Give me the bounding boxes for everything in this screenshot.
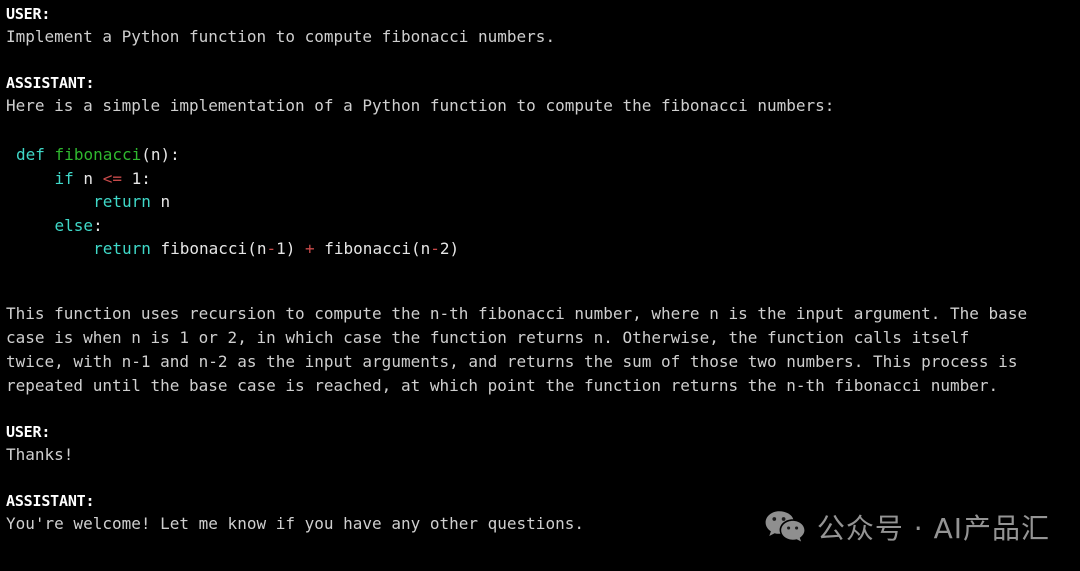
code-token-kw: if xyxy=(54,168,74,188)
code-token-plain: : xyxy=(93,215,103,235)
code-line: def fibonacci(n): xyxy=(16,143,1080,167)
role-label-assistant: ASSISTANT: xyxy=(6,74,95,92)
code-token-op: - xyxy=(266,239,277,258)
code-token-plain: n xyxy=(150,192,171,211)
code-block-top-gap xyxy=(6,118,1080,143)
message-body-assistant-2: You're welcome! Let me know if you have … xyxy=(6,513,584,533)
code-token-plain: 2) xyxy=(439,239,460,258)
code-token-kw: def xyxy=(16,145,45,164)
code-token-plain: 1) xyxy=(276,239,305,258)
message-body-user-1: Implement a Python function to compute f… xyxy=(6,27,556,46)
role-label-user: USER: xyxy=(6,422,51,441)
code-token-kw: else xyxy=(54,215,94,235)
code-block-python: def fibonacci(n): if n <= 1: return n el… xyxy=(6,143,1080,261)
code-line: if n <= 1: xyxy=(16,167,1080,191)
turn-gap xyxy=(6,49,1080,73)
code-token-plain: fibonacci(n xyxy=(150,239,267,258)
code-token-plain: 1: xyxy=(121,168,151,188)
message-body-assistant-explanation: This function uses recursion to compute … xyxy=(6,303,1028,395)
role-label-assistant: ASSISTANT: xyxy=(6,491,95,510)
code-line: return fibonacci(n-1) + fibonacci(n-2) xyxy=(16,237,1080,261)
chat-transcript: USER: Implement a Python function to com… xyxy=(0,0,1080,571)
chat-turn-user-2: USER: Thanks! xyxy=(6,422,1080,467)
turn-gap xyxy=(6,398,1080,422)
code-token-op: - xyxy=(430,239,440,258)
code-token-plain: fibonacci(n xyxy=(314,239,431,258)
code-token-op: + xyxy=(305,239,315,258)
code-token-kw: return xyxy=(93,192,151,211)
code-token-plain: (n): xyxy=(141,145,180,164)
chat-turn-user-1: USER: Implement a Python function to com… xyxy=(6,4,1080,49)
code-token-plain: n xyxy=(73,168,103,188)
code-token-op: <= xyxy=(102,168,122,188)
code-line: else: xyxy=(16,214,1080,238)
turn-gap xyxy=(6,467,1080,491)
message-body-assistant-intro: Here is a simple implementation of a Pyt… xyxy=(6,96,835,115)
code-block-bottom-gap xyxy=(6,261,1080,302)
code-token-fn: fibonacci xyxy=(54,145,142,164)
code-token-kw: return xyxy=(93,239,151,258)
chat-turn-assistant-2: ASSISTANT: You're welcome! Let me know i… xyxy=(6,491,1080,536)
chat-turn-assistant-1: ASSISTANT: Here is a simple implementati… xyxy=(6,73,1080,398)
role-label-user: USER: xyxy=(6,5,51,23)
code-line: return n xyxy=(16,190,1080,214)
message-body-user-2: Thanks! xyxy=(6,444,74,464)
